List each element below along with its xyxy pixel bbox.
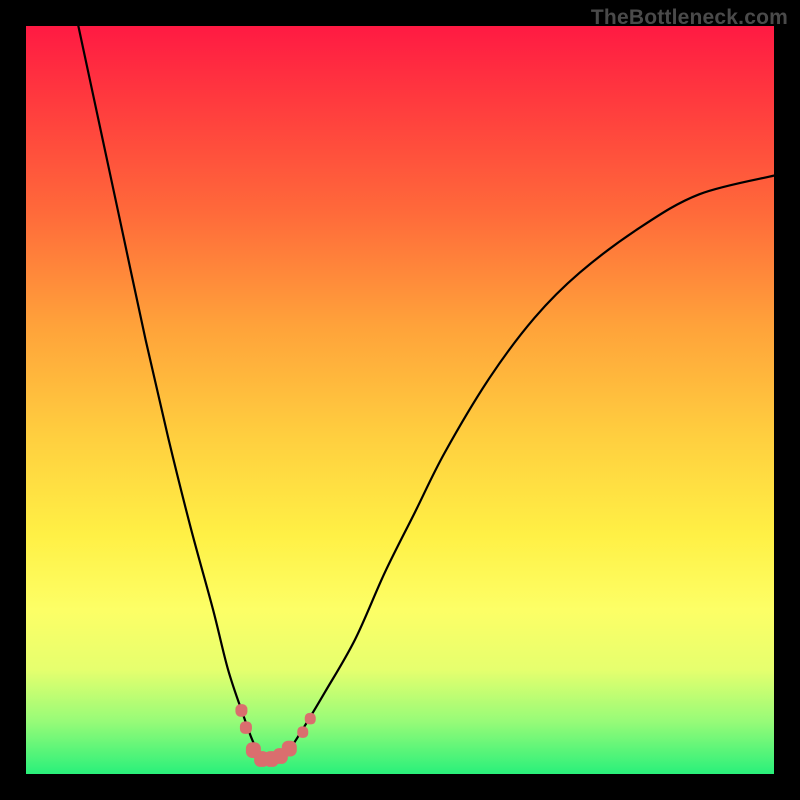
- highlight-marker: [240, 721, 252, 734]
- highlight-marker: [264, 751, 279, 767]
- chart-plot-area: [26, 26, 774, 774]
- highlight-marker: [235, 704, 247, 717]
- highlight-marker: [297, 726, 308, 738]
- highlight-marker: [273, 748, 288, 764]
- watermark-text: TheBottleneck.com: [591, 6, 788, 30]
- chart-svg: [26, 26, 774, 774]
- highlight-marker: [305, 713, 316, 725]
- highlight-marker: [282, 741, 297, 757]
- highlight-marker-group: [235, 704, 315, 767]
- bottleneck-curve-path: [78, 26, 774, 760]
- highlight-marker: [246, 742, 261, 758]
- highlight-marker: [254, 751, 269, 767]
